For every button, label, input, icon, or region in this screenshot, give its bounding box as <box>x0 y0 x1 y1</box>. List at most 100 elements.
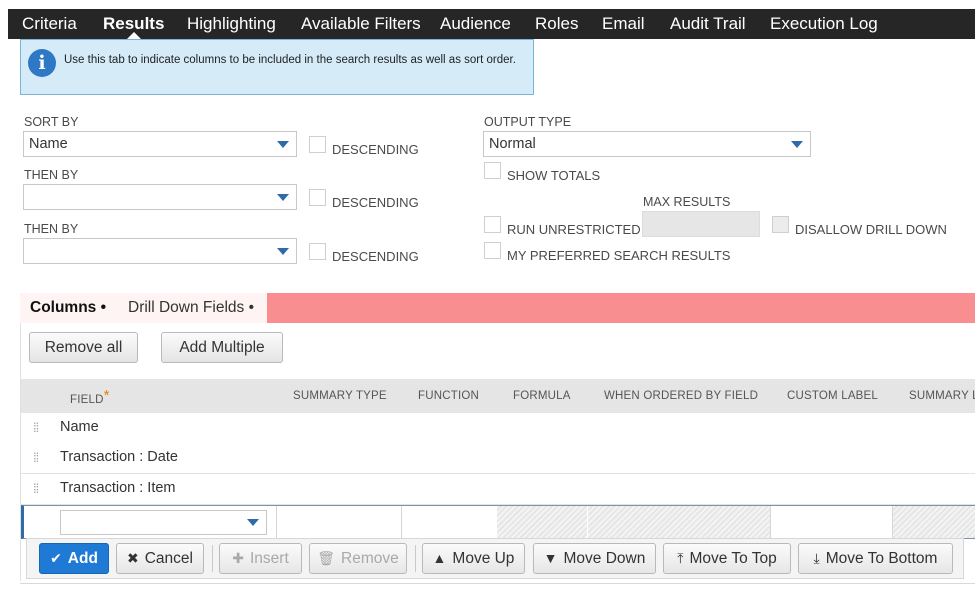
plus-icon: ✚ <box>232 550 244 566</box>
sort-by-select[interactable]: Name <box>23 131 297 157</box>
info-text: Use this tab to indicate columns to be i… <box>64 54 516 66</box>
check-icon: ✔ <box>50 550 62 566</box>
active-tab-indicator <box>126 32 141 39</box>
then-by-label-2: THEN BY <box>24 222 79 236</box>
tab-available-filters[interactable]: Available Filters <box>301 9 421 39</box>
cancel-button[interactable]: ✖ Cancel <box>116 543 204 574</box>
output-type-select[interactable]: Normal <box>483 131 811 157</box>
close-icon: ✖ <box>127 550 139 566</box>
move-down-button[interactable]: ▼ Move Down <box>533 543 656 574</box>
cancel-button-label: Cancel <box>144 550 193 567</box>
column-header-summary-type[interactable]: SUMMARY TYPE <box>293 390 387 402</box>
run-unrestricted-label: RUN UNRESTRICTED <box>507 222 641 237</box>
descending-label-3: DESCENDING <box>332 249 419 264</box>
column-header-custom-label[interactable]: CUSTOM LABEL <box>787 390 878 402</box>
add-button[interactable]: ✔ Add <box>39 543 109 574</box>
new-row-editor[interactable] <box>21 505 975 539</box>
move-to-bottom-button[interactable]: ⤓ Move To Bottom <box>798 543 953 574</box>
cell-divider <box>276 506 277 538</box>
remove-button[interactable]: 🗑 Remove <box>309 543 407 574</box>
tab-email[interactable]: Email <box>602 9 645 39</box>
descending-checkbox-2[interactable] <box>309 189 326 206</box>
add-button-label: Add <box>67 550 98 567</box>
descending-label-1: DESCENDING <box>332 142 419 157</box>
table-row[interactable]: ⁞⁞ Name <box>21 413 975 444</box>
tab-criteria[interactable]: Criteria <box>22 9 77 39</box>
chevron-down-icon <box>277 141 289 148</box>
then-by-select-1[interactable] <box>23 184 297 210</box>
then-by-label-1: THEN BY <box>24 168 79 182</box>
table-row[interactable]: ⁞⁞ Transaction : Date <box>21 443 975 474</box>
required-marker: * <box>103 387 110 404</box>
descending-label-2: DESCENDING <box>332 195 419 210</box>
max-results-input[interactable] <box>642 211 760 237</box>
field-header-label: FIELD <box>70 394 104 406</box>
cell-divider <box>401 506 402 538</box>
drag-handle-icon[interactable]: ⁞⁞ <box>33 450 39 465</box>
column-header-summary-label[interactable]: SUMMARY L <box>909 390 975 402</box>
trash-icon: 🗑 <box>317 550 336 566</box>
preferred-search-results-label: MY PREFERRED SEARCH RESULTS <box>507 248 731 263</box>
insert-button-label: Insert <box>249 550 289 567</box>
subtab-columns[interactable]: Columns • <box>30 299 106 317</box>
show-totals-label: SHOW TOTALS <box>507 168 601 183</box>
new-field-select[interactable] <box>60 510 267 535</box>
tab-audit-trail[interactable]: Audit Trail <box>670 9 746 39</box>
preferred-search-results-checkbox[interactable] <box>484 242 501 259</box>
panel-bottom-border <box>20 583 975 584</box>
row-field-value: Transaction : Item <box>60 480 176 496</box>
chevron-down-icon <box>791 141 803 148</box>
remove-all-button[interactable]: Remove all <box>29 332 138 363</box>
insert-button[interactable]: ✚ Insert <box>219 543 302 574</box>
when-ordered-cell-disabled <box>588 506 770 538</box>
move-up-button-label: Move Up <box>452 550 515 567</box>
row-field-value: Transaction : Date <box>60 449 178 465</box>
tab-execution-log-label: Execution Log <box>770 14 878 33</box>
move-up-button[interactable]: ▲ Move Up <box>422 543 525 574</box>
column-header-function[interactable]: FUNCTION <box>418 390 479 402</box>
tab-execution-log[interactable]: Execution Log <box>770 9 878 39</box>
move-down-button-label: Move Down <box>563 550 646 567</box>
output-type-value: Normal <box>489 136 536 152</box>
info-banner: i Use this tab to indicate columns to be… <box>20 39 534 95</box>
column-header-formula[interactable]: FORMULA <box>513 390 571 402</box>
chevron-down-icon <box>277 248 289 255</box>
move-to-top-button-label: Move To Top <box>689 550 777 567</box>
tab-available-filters-label: Available Filters <box>301 14 421 33</box>
disallow-drill-down-checkbox[interactable] <box>772 216 789 233</box>
tab-email-label: Email <box>602 14 645 33</box>
move-to-top-button[interactable]: ⤒ Move To Top <box>663 543 791 574</box>
action-divider <box>415 545 416 572</box>
output-type-label: OUTPUT TYPE <box>484 115 572 129</box>
show-totals-checkbox[interactable] <box>484 162 501 179</box>
move-to-bottom-icon: ⤓ <box>813 550 820 566</box>
table-header: FIELD* SUMMARY TYPE FUNCTION FORMULA WHE… <box>21 379 975 413</box>
tab-criteria-label: Criteria <box>22 14 77 33</box>
cell-divider <box>770 506 771 538</box>
run-unrestricted-checkbox[interactable] <box>484 216 501 233</box>
tab-results[interactable]: Results <box>103 9 164 39</box>
tab-roles[interactable]: Roles <box>535 9 578 39</box>
tab-audience[interactable]: Audience <box>440 9 511 39</box>
chevron-down-icon <box>247 519 259 526</box>
column-header-field[interactable]: FIELD* <box>70 387 110 407</box>
tab-results-label: Results <box>103 14 165 33</box>
drag-handle-icon[interactable]: ⁞⁞ <box>33 420 39 435</box>
descending-checkbox-3[interactable] <box>309 243 326 260</box>
sort-by-label: SORT BY <box>24 115 79 129</box>
max-results-label: MAX RESULTS <box>643 195 731 209</box>
column-header-when-ordered[interactable]: WHEN ORDERED BY FIELD <box>604 390 758 402</box>
table-row[interactable]: ⁞⁞ Transaction : Item <box>21 474 975 505</box>
subtab-drill-down-fields[interactable]: Drill Down Fields • <box>128 299 254 317</box>
move-to-bottom-button-label: Move To Bottom <box>825 550 938 567</box>
tab-highlighting[interactable]: Highlighting <box>187 9 276 39</box>
formula-cell-disabled <box>497 506 587 538</box>
add-multiple-button[interactable]: Add Multiple <box>161 332 283 363</box>
tab-audit-trail-label: Audit Trail <box>670 14 746 33</box>
then-by-select-2[interactable] <box>23 238 297 264</box>
move-to-top-icon: ⤒ <box>677 550 684 566</box>
drag-handle-icon[interactable]: ⁞⁞ <box>33 481 39 496</box>
tab-audience-label: Audience <box>440 14 511 33</box>
descending-checkbox-1[interactable] <box>309 136 326 153</box>
action-divider <box>212 545 213 572</box>
